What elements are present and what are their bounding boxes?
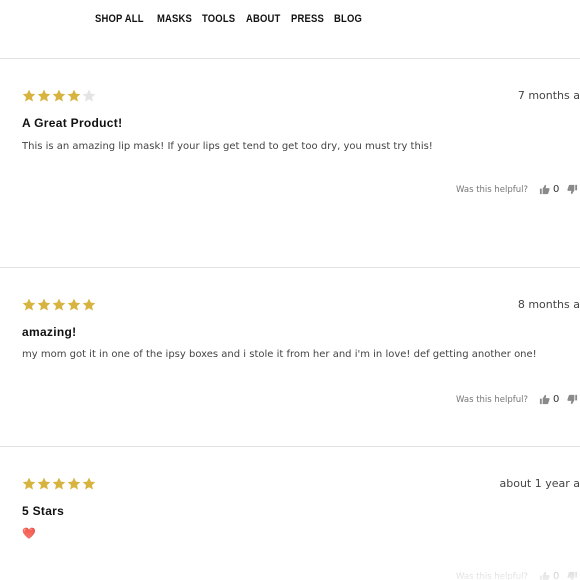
star-filled-icon [52, 298, 66, 312]
star-filled-icon [82, 298, 96, 312]
star-empty-icon [82, 89, 96, 103]
helpful-yes-button[interactable]: 0 [539, 394, 559, 405]
star-filled-icon [22, 298, 36, 312]
helpful-no-button[interactable] [567, 571, 580, 580]
star-filled-icon [67, 89, 81, 103]
review-body: This is an amazing lip mask! If your lip… [22, 141, 433, 152]
star-filled-icon [67, 298, 81, 312]
nav-press[interactable]: PRESS [291, 13, 324, 25]
star-filled-icon [37, 89, 51, 103]
nav-links: SHOP ALL MASKS TOOLS ABOUT PRESS BLOG [95, 13, 362, 25]
thumbs-down-icon [567, 571, 580, 580]
review-date: 8 months a [517, 298, 580, 311]
helpful-label: Was this helpful? [456, 394, 529, 405]
review-body: my mom got it in one of the ipsy boxes a… [22, 349, 537, 360]
review-date: about 1 year a [499, 477, 580, 490]
top-navigation: SHOP ALL MASKS TOOLS ABOUT PRESS BLOG [0, 0, 580, 59]
nav-about[interactable]: ABOUT [246, 13, 280, 25]
star-filled-icon [67, 477, 81, 491]
thumbs-up-icon [539, 184, 553, 195]
nav-blog[interactable]: BLOG [334, 13, 362, 25]
helpful-row: Was this helpful? 0 [456, 571, 580, 580]
helpful-yes-button[interactable]: 0 [539, 184, 559, 195]
thumbs-down-icon [567, 184, 580, 195]
star-filled-icon [52, 89, 66, 103]
review-date: 7 months a [517, 89, 580, 102]
thumbs-down-icon [567, 394, 580, 405]
helpful-label: Was this helpful? [456, 571, 529, 580]
nav-shop-all[interactable]: SHOP ALL [95, 13, 144, 25]
helpful-yes-button[interactable]: 0 [539, 571, 559, 580]
helpful-row: Was this helpful? 0 [456, 184, 580, 195]
helpful-row: Was this helpful? 0 [456, 394, 580, 405]
review-title: A Great Product! [22, 116, 123, 130]
helpful-no-button[interactable] [567, 184, 580, 195]
thumbs-up-icon [539, 394, 553, 405]
heart-emoji-body: ❤️ [22, 527, 36, 540]
helpful-yes-count: 0 [553, 394, 560, 405]
star-filled-icon [22, 89, 36, 103]
review-title: 5 Stars [22, 504, 65, 518]
star-filled-icon [22, 477, 36, 491]
nav-masks[interactable]: MASKS [157, 13, 192, 25]
star-filled-icon [37, 298, 51, 312]
helpful-yes-count: 0 [553, 571, 560, 580]
review-title: amazing! [22, 325, 77, 339]
thumbs-up-icon [539, 571, 553, 580]
star-rating [22, 298, 96, 312]
star-rating [22, 477, 96, 491]
nav-tools[interactable]: TOOLS [202, 13, 235, 25]
review-item: 8 months a amazing! my mom got it in one… [0, 268, 580, 447]
star-filled-icon [52, 477, 66, 491]
helpful-no-button[interactable] [567, 394, 580, 405]
star-rating [22, 89, 96, 103]
review-item: 7 months a A Great Product! This is an a… [0, 59, 580, 268]
star-filled-icon [37, 477, 51, 491]
helpful-yes-count: 0 [553, 184, 560, 195]
page: SHOP ALL MASKS TOOLS ABOUT PRESS BLOG 7 … [0, 0, 580, 580]
review-item: about 1 year a 5 Stars ❤️ Was this helpf… [0, 447, 580, 580]
star-filled-icon [82, 477, 96, 491]
helpful-label: Was this helpful? [456, 184, 529, 195]
